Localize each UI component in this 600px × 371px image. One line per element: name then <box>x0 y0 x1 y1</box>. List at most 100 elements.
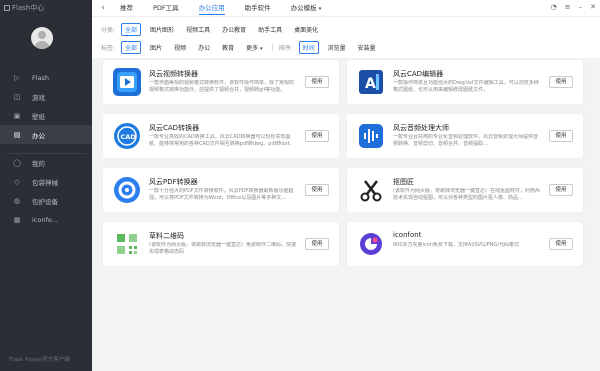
logo-text: Flash中心 <box>12 4 45 12</box>
app-title: 风云PDF转换器 <box>149 178 198 186</box>
tag-all[interactable]: 全部 <box>121 41 142 54</box>
tag-image[interactable]: 图片 <box>147 42 165 53</box>
window-controls: ◔ ≡ – ✕ <box>551 3 596 11</box>
app-description: (该软件为网页版，将跳转浏览器一键直达）在线抠图软件，利用AI技术实现自动抠图，… <box>393 188 540 201</box>
cutout-icon <box>357 176 385 204</box>
sidebar-nav-secondary: ◯ 我的 ◇ 包袋神械 ◍ 包护设备 ▦ iconfo... <box>0 153 92 229</box>
sidebar-item-label: Flash <box>32 73 50 82</box>
category-image[interactable]: 图片图形 <box>147 24 177 35</box>
sidebar: Flash中心 ▷ Flash ◫ 游戏 ▣ 壁纸 ▤ 办公 ◯ 我的 ◇ 包袋… <box>0 0 92 371</box>
sidebar-item-flash[interactable]: ▷ Flash <box>0 68 92 87</box>
qrcode-icon <box>113 230 141 258</box>
app-card-cutout[interactable]: 抠图匠 (该软件为网页版，将跳转浏览器一键直达）在线抠图软件，利用AI技术实现自… <box>347 168 583 212</box>
menu-icon[interactable]: ≡ <box>565 3 571 11</box>
tag-more[interactable]: 更多 ▾ <box>243 42 265 53</box>
briefcase-icon: ▤ <box>13 130 21 139</box>
category-desktop[interactable]: 桌面美化 <box>291 24 321 35</box>
app-title: 抠图匠 <box>393 178 414 186</box>
sort-time[interactable]: 时间 <box>298 41 319 54</box>
tab-office-templates[interactable]: 办公模板 ▾ <box>281 0 332 16</box>
close-icon[interactable]: ✕ <box>590 3 596 11</box>
use-button[interactable]: 使用 <box>305 238 329 250</box>
device-icon: ◍ <box>13 196 21 205</box>
sidebar-item-mine[interactable]: ◯ 我的 <box>0 153 92 172</box>
sidebar-item-label: 游戏 <box>32 93 45 102</box>
sidebar-item-label: 包袋神械 <box>32 178 58 187</box>
tag-label: 标签: <box>101 45 116 52</box>
sort-installs[interactable]: 安装量 <box>355 42 379 53</box>
app-card-cad-converter[interactable]: CAD 风云CAD转换器 一款专业高效的CAD转换工具，风云CAD转换器可以轻松… <box>103 114 339 158</box>
iconfont-icon <box>357 230 385 258</box>
use-button[interactable]: 使用 <box>305 130 329 142</box>
use-button[interactable]: 使用 <box>549 238 573 250</box>
app-description: 一款专业且好用的专业化音频处理软件，风云音频处理大师提供音频转换、音频剪切、音频… <box>393 134 539 147</box>
tab-office-apps[interactable]: 办公应用 <box>189 0 235 16</box>
category-label: 分类: <box>101 27 116 34</box>
tab-office-templates-label: 办公模板 <box>290 4 317 12</box>
logo-icon <box>4 5 10 11</box>
app-title: 风云CAD编辑器 <box>393 70 444 78</box>
app-title: 风云视频转换器 <box>149 70 198 78</box>
app-card-audio-processor[interactable]: 风云音频处理大师 一款专业且好用的专业化音频处理软件，风云音频处理大师提供音频转… <box>347 114 583 158</box>
app-description: 一款专业高效的CAD转换工具，风云CAD转换器可以轻松实现图纸、能够将常用的各种… <box>149 134 295 147</box>
minimize-icon[interactable]: – <box>579 3 583 11</box>
app-description: 一款界面美观的视频格式转换软件，该软件操作简单，除了常规的视频格式转换功能外，还… <box>149 80 295 93</box>
sidebar-item-label: 包护设备 <box>32 197 58 206</box>
category-video[interactable]: 视频工具 <box>183 24 213 35</box>
use-button[interactable]: 使用 <box>549 184 573 196</box>
app-title: 风云音频处理大师 <box>393 124 449 132</box>
audio-processor-icon <box>357 122 385 150</box>
app-description: 一款十分强大的PDF文件转换软件，风云PDF转换器最新版功能超强，可以将PDF文… <box>149 188 294 201</box>
skin-icon[interactable]: ◔ <box>551 3 557 11</box>
sidebar-item-label: 我的 <box>32 159 45 168</box>
sidebar-item-label: 壁纸 <box>32 112 45 121</box>
category-office-edu[interactable]: 办公教育 <box>219 24 249 35</box>
sidebar-item-games[interactable]: ◫ 游戏 <box>0 87 92 106</box>
play-icon: ▷ <box>14 73 20 82</box>
chevron-down-icon: ▾ <box>318 6 322 12</box>
sidebar-item-device[interactable]: ◍ 包护设备 <box>0 191 92 210</box>
tag-education[interactable]: 教育 <box>219 42 237 53</box>
tag-office[interactable]: 办公 <box>195 42 213 53</box>
tab-recommend[interactable]: 推荐 <box>110 0 143 16</box>
use-button[interactable]: 使用 <box>549 76 573 88</box>
use-button[interactable]: 使用 <box>305 184 329 196</box>
cad-converter-icon: CAD <box>113 122 141 150</box>
sidebar-item-label: iconfo... <box>32 215 58 224</box>
use-button[interactable]: 使用 <box>305 76 329 88</box>
app-title: 草料二维码 <box>149 232 184 240</box>
svg-text:A: A <box>365 76 376 92</box>
sidebar-item-iconfont[interactable]: ▦ iconfo... <box>0 210 92 229</box>
category-all[interactable]: 全部 <box>121 23 142 36</box>
sidebar-item-label: 办公 <box>32 131 45 140</box>
sidebar-item-security[interactable]: ◇ 包袋神械 <box>0 172 92 191</box>
sidebar-item-office[interactable]: ▤ 办公 <box>0 125 92 144</box>
wallpaper-icon: ▣ <box>13 111 21 120</box>
sort-views[interactable]: 浏览量 <box>325 42 349 53</box>
app-description: 一款操作简单且功能强大的Dwg/dxf文件编辑工具，可以浏览多种格式图纸，也可以… <box>393 80 539 93</box>
video-converter-icon <box>113 68 141 96</box>
use-button[interactable]: 使用 <box>549 130 573 142</box>
app-card-pdf-converter[interactable]: 风云PDF转换器 一款十分强大的PDF文件转换软件，风云PDF转换器最新版功能超… <box>103 168 339 212</box>
svg-text:CAD: CAD <box>121 133 137 141</box>
app-card-video-converter[interactable]: 风云视频转换器 一款界面美观的视频格式转换软件，该软件操作简单，除了常规的视频格… <box>103 60 339 104</box>
tab-pdf-tools[interactable]: PDF工具 <box>143 0 189 16</box>
app-card-cad-editor[interactable]: A 风云CAD编辑器 一款操作简单且功能强大的Dwg/dxf文件编辑工具，可以浏… <box>347 60 583 104</box>
chevron-down-icon: ▾ <box>260 46 263 52</box>
sort-label: 排序: <box>278 45 293 52</box>
footer-text: Flash Player官方客户端 <box>9 357 70 363</box>
tag-video[interactable]: 视频 <box>171 42 189 53</box>
tag-more-label: 更多 <box>246 45 259 52</box>
category-assistant[interactable]: 助手工具 <box>255 24 285 35</box>
app-title: 风云CAD转换器 <box>149 124 200 132</box>
back-arrow-icon[interactable]: ‹ <box>96 3 110 13</box>
app-logo: Flash中心 <box>4 3 44 13</box>
tab-assistant-software[interactable]: 助手软件 <box>235 0 281 16</box>
gamepad-icon: ◫ <box>13 92 21 101</box>
category-filter-row: 分类: 全部 图片图形 视频工具 办公教育 助手工具 桌面美化 <box>101 23 321 36</box>
cad-editor-icon: A <box>357 68 385 96</box>
avatar[interactable] <box>31 27 53 49</box>
app-card-qrcode[interactable]: 草料二维码 (该软件为网页版，将跳转浏览器一键直达）免费制作二维码，快速实现表格… <box>103 222 339 266</box>
app-card-iconfont[interactable]: iconfont 800多万矢量icon免费下载，支持AI/SVG/PNG/代码… <box>347 222 583 266</box>
sidebar-item-wallpaper[interactable]: ▣ 壁纸 <box>0 106 92 125</box>
